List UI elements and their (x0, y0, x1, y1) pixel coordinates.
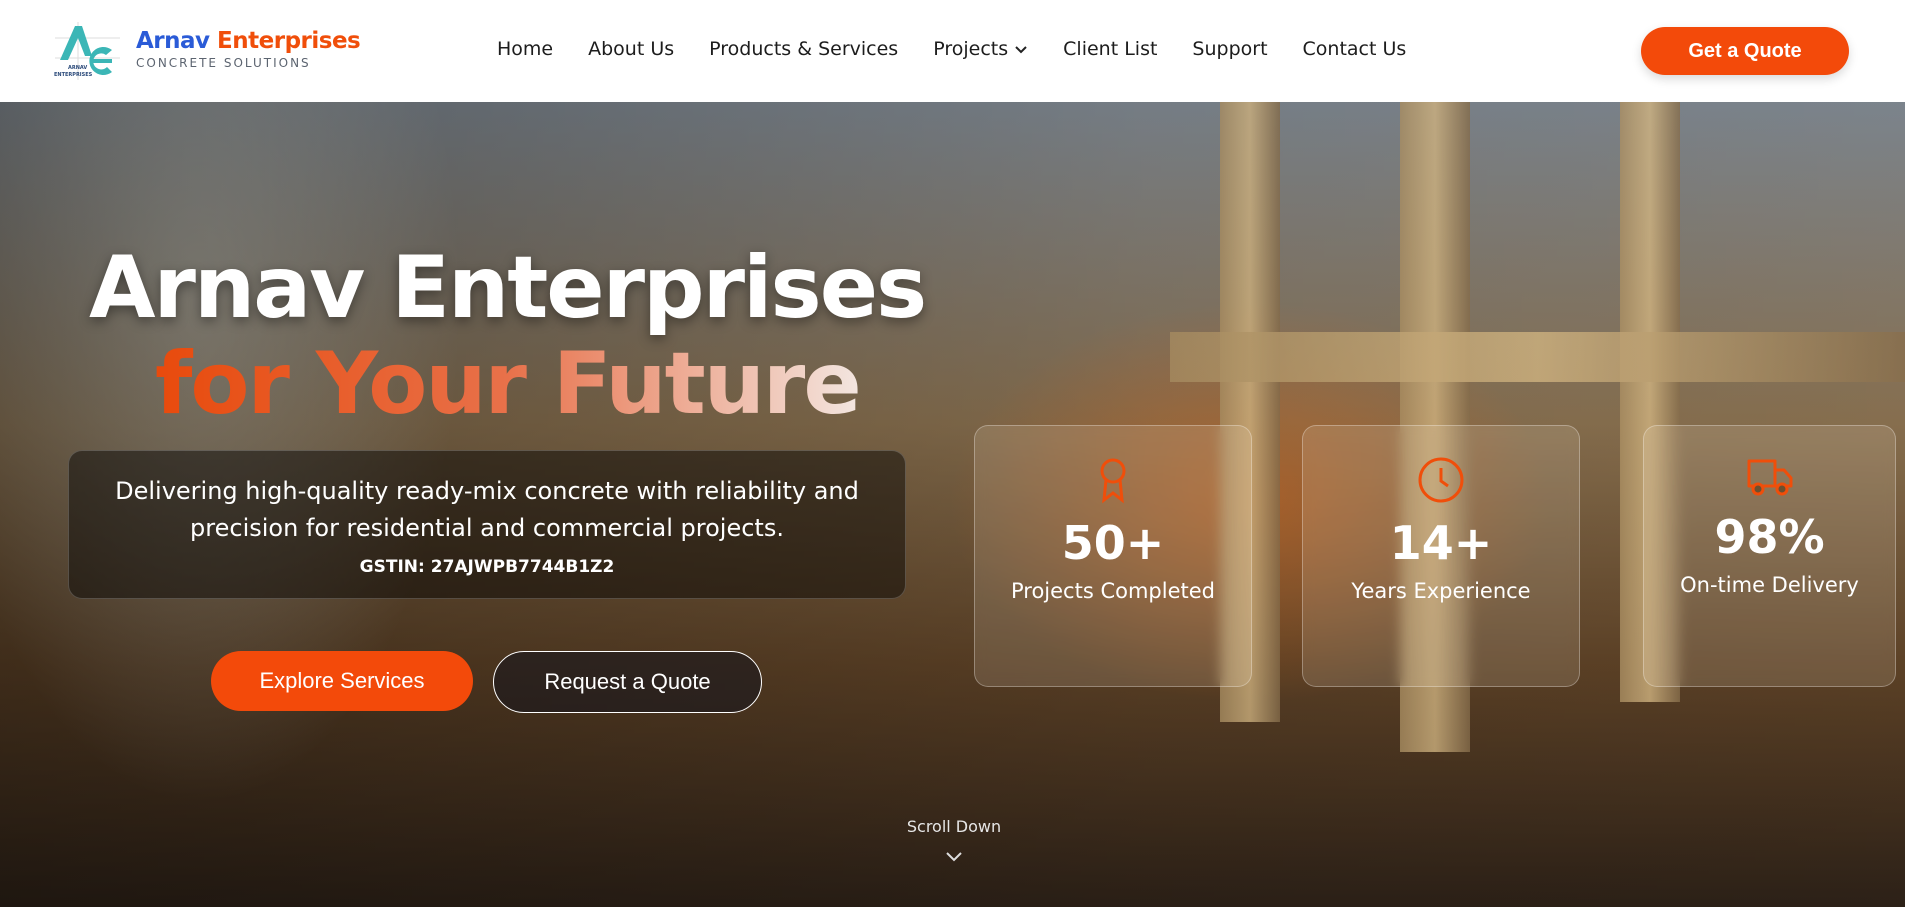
brand-name-second: Enterprises (217, 28, 361, 54)
request-quote-button[interactable]: Request a Quote (493, 651, 762, 713)
chevron-down-icon (946, 852, 962, 862)
brand-name-first: Arnav (136, 28, 210, 54)
nav-contact-us[interactable]: Contact Us (1303, 38, 1407, 60)
stat-card-delivery: 98% On-time Delivery (1643, 425, 1896, 687)
stat-value: 14+ (1389, 516, 1493, 570)
svg-text:ENTERPRISES: ENTERPRISES (54, 72, 93, 78)
stat-label: Years Experience (1351, 579, 1531, 603)
gstin: GSTIN: 27AJWPB7744B1Z2 (359, 557, 615, 577)
award-icon (1100, 458, 1126, 504)
scroll-down-label: Scroll Down (906, 817, 1002, 836)
stat-card-experience: 14+ Years Experience (1302, 425, 1580, 687)
nav-home[interactable]: Home (497, 38, 553, 60)
scroll-down-indicator[interactable]: Scroll Down (904, 817, 1004, 868)
nav-client-list[interactable]: Client List (1063, 38, 1157, 60)
brand-tagline: CONCRETE SOLUTIONS (136, 56, 311, 70)
hero-section: Arnav Enterprises for Your Future Delive… (0, 102, 1905, 907)
chevron-down-icon (1015, 46, 1027, 54)
hero-title: Arnav Enterprises (89, 238, 927, 338)
nav-projects-label: Projects (933, 38, 1009, 60)
nav-support[interactable]: Support (1192, 38, 1267, 60)
hero-description-box: Delivering high-quality ready-mix concre… (68, 450, 906, 599)
nav-about-us[interactable]: About Us (588, 38, 674, 60)
stat-label: Projects Completed (1010, 579, 1215, 603)
truck-icon (1747, 459, 1792, 496)
get-a-quote-button[interactable]: Get a Quote (1641, 27, 1849, 75)
svg-text:ARNAV: ARNAV (68, 65, 87, 71)
company-logo[interactable]: ARNAV ENTERPRISES (50, 20, 125, 82)
navbar: ARNAV ENTERPRISES Arnav Enterprises CONC… (0, 0, 1905, 102)
hero-description: Delivering high-quality ready-mix concre… (115, 477, 859, 542)
explore-services-button[interactable]: Explore Services (211, 651, 473, 711)
main-menu: Home About Us Products & Services Projec… (497, 38, 1406, 60)
stat-value: 50+ (1061, 516, 1165, 570)
nav-projects[interactable]: Projects (933, 38, 1028, 60)
clock-icon (1418, 457, 1464, 503)
nav-products-services[interactable]: Products & Services (709, 38, 898, 60)
brand[interactable]: Arnav Enterprises CONCRETE SOLUTIONS (136, 28, 361, 70)
stat-label: On-time Delivery (1680, 573, 1859, 597)
stat-card-projects: 50+ Projects Completed (974, 425, 1252, 687)
stat-value: 98% (1714, 510, 1825, 564)
hero-subtitle: for Your Future (155, 334, 862, 434)
